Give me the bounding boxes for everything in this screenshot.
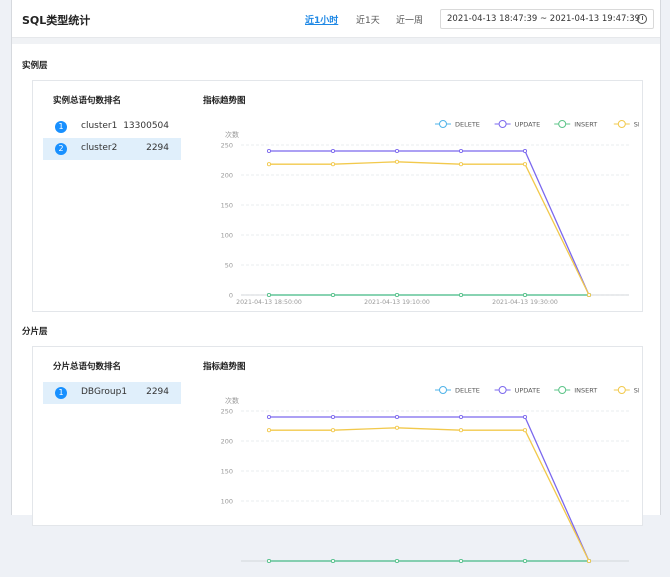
data-point-update xyxy=(394,148,400,154)
tab-last-day[interactable]: 近1天 xyxy=(356,13,380,26)
legend-label-insert: INSERT xyxy=(574,121,597,129)
series-line-select xyxy=(269,161,590,296)
data-point-insert xyxy=(266,292,272,298)
legend-label-select: SELECT xyxy=(634,121,639,129)
data-point-update xyxy=(522,414,528,420)
data-point-insert xyxy=(266,558,272,564)
y-axis-label: 次数 xyxy=(225,130,239,139)
data-point-update xyxy=(394,414,400,420)
data-point-update xyxy=(266,148,272,154)
series-line-update xyxy=(269,416,590,562)
x-tick-label: 2021-04-13 19:10:00 xyxy=(364,299,430,306)
page-title: SQL类型统计 xyxy=(22,14,91,27)
rank-name: DBGroup1 xyxy=(81,387,128,397)
data-point-select xyxy=(522,162,528,167)
legend-marker-delete xyxy=(439,120,447,128)
legend-marker-insert xyxy=(558,386,567,394)
legend-marker-update xyxy=(498,386,507,394)
data-point-insert xyxy=(394,558,400,564)
rank-value: 2294 xyxy=(146,387,169,397)
data-point-select xyxy=(458,428,464,433)
ranking-row-cluster2[interactable]: 2 cluster2 2294 xyxy=(43,138,181,160)
data-point-insert xyxy=(522,292,528,298)
series-line-select xyxy=(269,427,590,562)
legend-marker-select xyxy=(617,386,626,394)
date-range-picker[interactable]: 2021-04-13 18:47:39 ~ 2021-04-13 19:47:3… xyxy=(440,9,654,29)
data-point-insert xyxy=(458,558,464,564)
y-tick-label: 150 xyxy=(221,468,233,476)
legend-label-insert: INSERT xyxy=(574,387,597,395)
x-tick-label: 2021-04-13 18:50:00 xyxy=(236,299,302,306)
legend-marker-select xyxy=(617,120,626,128)
data-point-select xyxy=(522,428,528,433)
rank-badge: 1 xyxy=(55,387,67,399)
instance-card: 实例总语句数排名 指标趋势图 1 cluster1 13300504 2 clu… xyxy=(32,80,643,312)
data-point-insert xyxy=(330,292,336,298)
rank-value: 13300504 xyxy=(123,121,169,131)
date-range-text: 2021-04-13 18:47:39 ~ 2021-04-13 19:47:3… xyxy=(447,14,641,24)
legend-label-select: SELECT xyxy=(634,387,639,395)
rank-badge: 1 xyxy=(55,121,67,133)
y-tick-label: 0 xyxy=(229,292,233,300)
data-point-select xyxy=(330,428,336,433)
series-line-update xyxy=(269,150,590,296)
instance-trend-chart: 次数 0 50 100 150 200 250 2021-04-13 18:50:00 2021… xyxy=(221,120,639,306)
data-point-update xyxy=(330,414,336,420)
top-bar: SQL类型统计 近1小时 近1天 近一周 2021-04-13 18:47:39… xyxy=(12,0,660,38)
shard-card: 分片总语句数排名 指标趋势图 1 DBGroup1 2294 次数 100 150 2… xyxy=(32,346,643,564)
data-point-update xyxy=(266,414,272,420)
data-point-insert xyxy=(458,292,464,298)
legend-label-update: UPDATE xyxy=(515,387,541,395)
data-point-select xyxy=(394,425,400,430)
instance-section-label: 实例层 xyxy=(22,61,48,71)
data-point-update xyxy=(458,414,464,420)
ranking-row-cluster1[interactable]: 1 cluster1 13300504 xyxy=(43,116,181,138)
y-tick-label: 50 xyxy=(225,262,233,270)
data-point-select xyxy=(458,162,464,167)
shard-trend-chart: 次数 100 150 200 250 DELETE UPDATE INSERT SELECT xyxy=(221,386,639,564)
y-tick-label: 200 xyxy=(221,438,233,446)
y-tick-label: 250 xyxy=(221,408,233,416)
instance-ranking-title: 实例总语句数排名 xyxy=(53,96,122,106)
main-content: 实例层 实例总语句数排名 指标趋势图 1 cluster1 13300504 2… xyxy=(12,44,660,564)
data-point-insert xyxy=(330,558,336,564)
app-frame: SQL类型统计 近1小时 近1天 近一周 2021-04-13 18:47:39… xyxy=(11,0,661,564)
rank-value: 2294 xyxy=(146,143,169,153)
rank-name: cluster1 xyxy=(81,121,118,131)
data-point-insert xyxy=(522,558,528,564)
shard-section-label: 分片层 xyxy=(22,327,48,337)
x-tick-label: 2021-04-13 19:30:00 xyxy=(492,299,558,306)
y-tick-label: 150 xyxy=(221,202,233,210)
y-tick-label: 200 xyxy=(221,172,233,180)
legend-label-delete: DELETE xyxy=(455,121,480,129)
legend-label-delete: DELETE xyxy=(455,387,480,395)
y-tick-label: 100 xyxy=(221,498,233,506)
rank-name: cluster2 xyxy=(81,143,118,153)
rank-badge: 2 xyxy=(55,143,67,155)
data-point-select xyxy=(266,428,272,433)
y-axis-label: 次数 xyxy=(225,396,239,405)
legend-marker-update xyxy=(498,120,507,128)
data-point-select xyxy=(266,162,272,167)
legend-marker-insert xyxy=(558,120,567,128)
data-point-select xyxy=(586,292,592,298)
ranking-row-dbgroup1[interactable]: 1 DBGroup1 2294 xyxy=(43,382,181,404)
data-point-update xyxy=(330,148,336,154)
data-point-update xyxy=(522,148,528,154)
data-point-update xyxy=(458,148,464,154)
legend-marker-delete xyxy=(439,386,447,394)
y-tick-label: 100 xyxy=(221,232,233,240)
legend-label-update: UPDATE xyxy=(515,121,541,129)
clock-icon[interactable] xyxy=(637,14,647,24)
y-tick-label: 250 xyxy=(221,142,233,150)
tab-last-hour[interactable]: 近1小时 xyxy=(305,13,338,26)
data-point-select xyxy=(586,558,592,564)
tab-last-week[interactable]: 近一周 xyxy=(396,13,423,26)
data-point-select xyxy=(394,159,400,164)
shard-ranking-title: 分片总语句数排名 xyxy=(53,362,122,372)
data-point-insert xyxy=(394,292,400,298)
data-point-select xyxy=(330,162,336,167)
